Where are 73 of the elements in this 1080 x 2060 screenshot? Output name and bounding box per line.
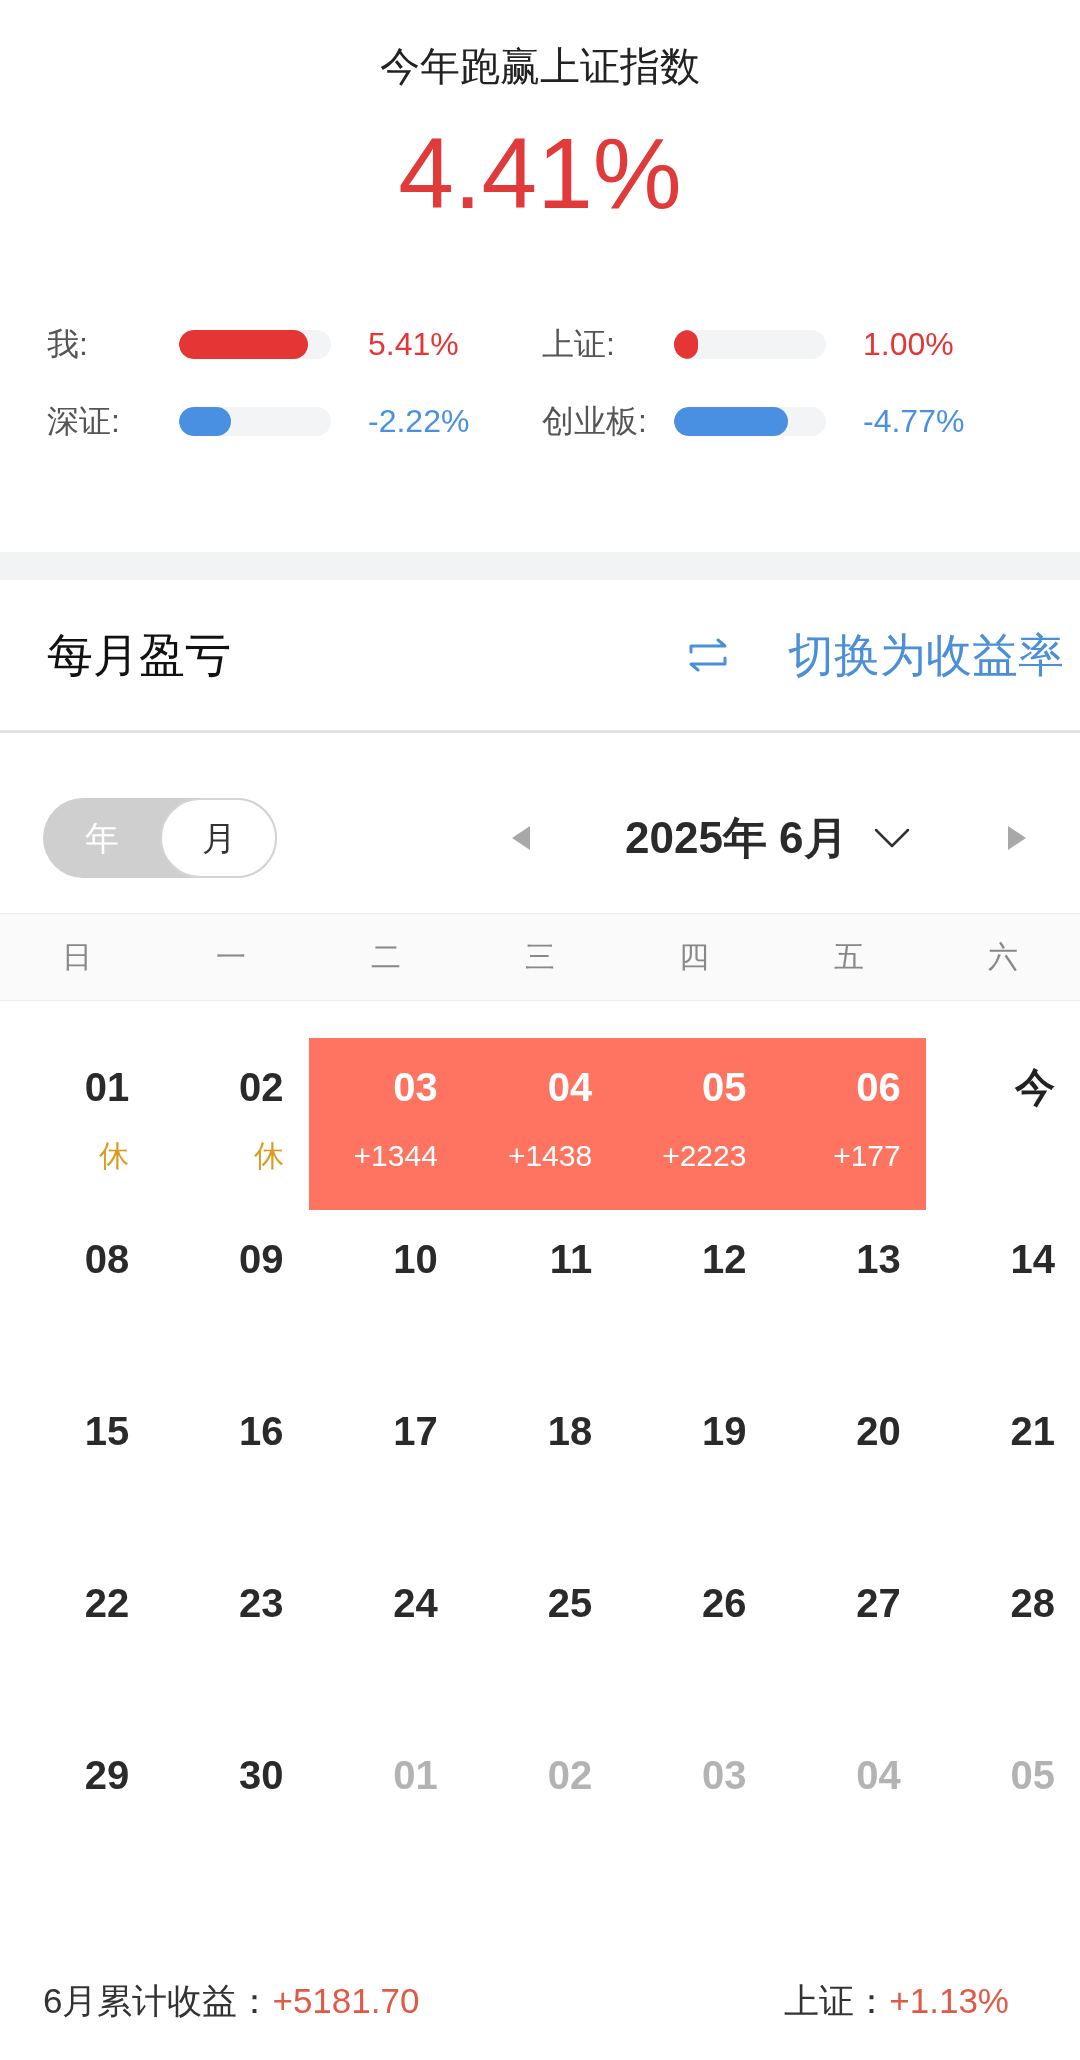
day-number: 25: [547, 1580, 593, 1627]
day-number: 01: [84, 1064, 130, 1111]
day-number: 08: [84, 1236, 130, 1283]
comparison-value: 1.00%: [863, 325, 954, 364]
day-number: 10: [393, 1236, 438, 1283]
day-number: 15: [84, 1408, 130, 1455]
weekday-label: 一: [216, 939, 247, 975]
day-number: 01: [393, 1752, 438, 1799]
day-number: 09: [239, 1236, 284, 1283]
summary-value: +5181.70: [272, 1980, 420, 2022]
chevron-down-icon: [873, 828, 910, 848]
day-number: 19: [701, 1408, 747, 1455]
comparison-label: 深证:: [47, 402, 120, 441]
day-number: 24: [393, 1580, 438, 1627]
day-number: 22: [84, 1580, 130, 1627]
weekday-label: 三: [525, 939, 555, 975]
profit-amount: +177: [833, 1138, 901, 1174]
summary-label: 6月累计收益：: [43, 1980, 273, 2022]
day-number: 02: [239, 1064, 284, 1111]
summary-label: 上证：: [784, 1980, 890, 2022]
section-title: 每月盈亏: [47, 628, 231, 683]
day-number: 21: [1010, 1408, 1055, 1455]
weekday-label: 六: [987, 939, 1018, 975]
weekday-label: 五: [833, 939, 864, 975]
day-number: 27: [856, 1580, 901, 1627]
weekday-label: 四: [679, 939, 710, 975]
day-number: 30: [239, 1752, 284, 1799]
day-number: 12: [701, 1236, 747, 1283]
day-number: 17: [393, 1408, 438, 1455]
day-number: 29: [84, 1752, 130, 1799]
profit-day-cell[interactable]: 04 +1438: [462, 1038, 618, 1210]
day-number: 03: [701, 1752, 747, 1799]
left-triangle-icon[interactable]: [512, 826, 530, 850]
comparison-label: 上证:: [542, 325, 615, 364]
day-number: 06: [856, 1064, 901, 1111]
summary-title: 今年跑赢上证指数: [380, 43, 700, 90]
comparison-label: 我:: [47, 325, 88, 364]
holiday-note: 休: [253, 1138, 284, 1174]
profit-amount: +2223: [662, 1138, 747, 1174]
comparison-value: 5.41%: [368, 325, 459, 364]
day-number: 20: [856, 1408, 901, 1455]
weekday-label: 二: [370, 939, 401, 975]
comparison-value: -4.77%: [863, 402, 965, 441]
day-number: 28: [1010, 1580, 1055, 1627]
day-number: 04: [547, 1064, 593, 1111]
holiday-note: 休: [99, 1138, 130, 1174]
comparison-value: -2.22%: [368, 402, 470, 441]
summary-value: +1.13%: [889, 1980, 1009, 2022]
view-toggle-option[interactable]: 月: [160, 798, 277, 878]
day-number: 26: [701, 1580, 747, 1627]
day-number: 05: [701, 1064, 747, 1111]
comparison-label: 创业板:: [542, 402, 647, 441]
day-number: 16: [239, 1408, 284, 1455]
day-number: 02: [547, 1752, 593, 1799]
profit-day-cell[interactable]: 05 +2223: [617, 1038, 772, 1210]
outperform-percentage: 4.41%: [398, 118, 682, 228]
profit-day-cell[interactable]: 06 +177: [771, 1038, 926, 1210]
day-number: 11: [549, 1236, 593, 1283]
day-number: 03: [393, 1064, 438, 1111]
month-picker[interactable]: 2025年 6月: [625, 811, 910, 865]
profit-day-cell[interactable]: 03 +1344: [308, 1038, 463, 1210]
day-number: 23: [239, 1580, 284, 1627]
switch-to-return-rate-button[interactable]: 切换为收益率: [687, 627, 1064, 683]
day-number: 04: [856, 1752, 901, 1799]
day-number: 14: [1010, 1236, 1055, 1283]
profit-amount: +1438: [507, 1138, 593, 1174]
day-number: 今: [1015, 1064, 1055, 1111]
right-triangle-icon[interactable]: [1008, 826, 1026, 850]
day-number: 18: [547, 1408, 593, 1455]
weekday-label: 日: [62, 939, 93, 975]
day-number: 13: [856, 1236, 901, 1283]
profit-amount: +1344: [353, 1138, 438, 1174]
day-number: 05: [1010, 1752, 1055, 1799]
